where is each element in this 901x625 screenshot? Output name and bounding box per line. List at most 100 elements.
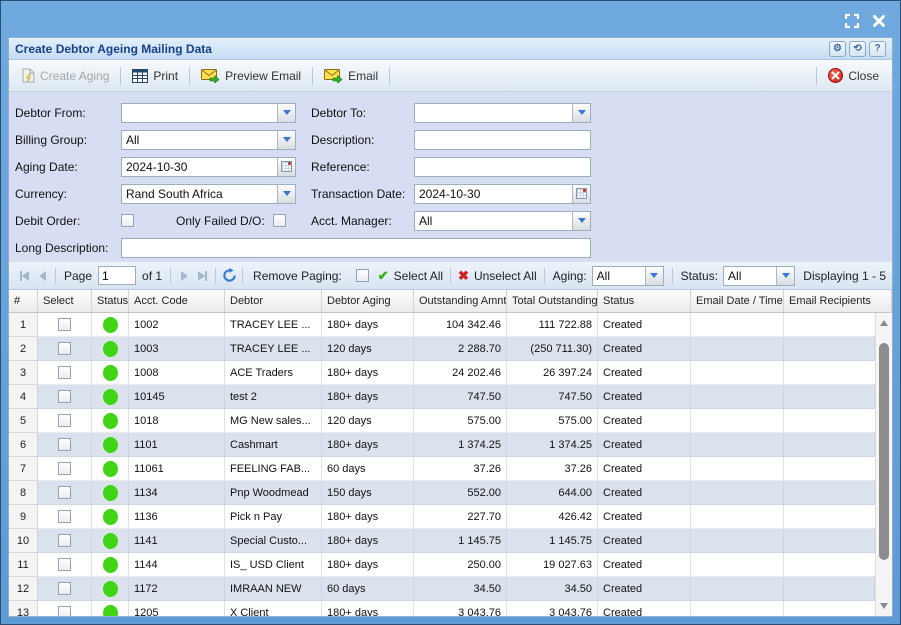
only-failed-checkbox[interactable] <box>273 214 286 227</box>
row-status-cell <box>92 433 129 456</box>
column-header[interactable]: Debtor Aging <box>322 290 414 312</box>
email-button[interactable]: Email <box>317 66 385 86</box>
status-filter-dropdown-trigger[interactable] <box>776 267 794 285</box>
outstanding-amnt-cell: 552.00 <box>414 481 507 504</box>
next-page-button[interactable] <box>175 267 193 285</box>
row-select-checkbox[interactable] <box>58 510 71 523</box>
transaction-date-field[interactable] <box>414 184 591 204</box>
transaction-date-input[interactable] <box>414 184 591 204</box>
help-button[interactable]: ? <box>869 41 886 57</box>
scrollbar-thumb[interactable] <box>879 343 889 560</box>
print-button[interactable]: Print <box>125 66 185 86</box>
status-dot-icon <box>103 533 118 549</box>
last-page-button[interactable] <box>193 267 211 285</box>
billing-group-dropdown-trigger[interactable] <box>277 131 295 149</box>
page-number-input[interactable] <box>98 266 136 285</box>
remove-paging-checkbox[interactable] <box>356 269 369 282</box>
refresh-grid-button[interactable] <box>220 267 238 285</box>
table-row: 410145test 2180+ days747.50747.50Created <box>9 385 875 409</box>
debtor-to-dropdown-trigger[interactable] <box>572 104 590 122</box>
long-description-input[interactable] <box>121 238 591 258</box>
row-select-checkbox[interactable] <box>58 342 71 355</box>
row-select-checkbox[interactable] <box>58 582 71 595</box>
debit-order-checkbox[interactable] <box>121 214 134 227</box>
reference-input[interactable] <box>414 157 591 177</box>
close-window-icon[interactable] <box>872 14 886 28</box>
row-status-cell <box>92 601 129 616</box>
aging-filter-dropdown-trigger[interactable] <box>645 267 663 285</box>
row-select-cell <box>38 529 92 552</box>
column-header[interactable]: Email Recipients <box>784 290 892 312</box>
row-select-checkbox[interactable] <box>58 534 71 547</box>
status-filter-combo[interactable] <box>723 266 795 286</box>
row-select-checkbox[interactable] <box>58 414 71 427</box>
long-description-label: Long Description: <box>15 241 121 255</box>
unselect-all-button[interactable]: ✖ Unselect All <box>455 267 540 285</box>
acct-manager-combo[interactable] <box>414 211 591 231</box>
column-header[interactable]: Email Date / Time <box>691 290 784 312</box>
paging-separator <box>242 268 243 284</box>
billing-group-combo[interactable] <box>121 130 296 150</box>
currency-dropdown-trigger[interactable] <box>277 185 295 203</box>
currency-combo[interactable] <box>121 184 296 204</box>
debtor-from-combo[interactable] <box>121 103 296 123</box>
email-date-cell <box>691 457 784 480</box>
row-select-checkbox[interactable] <box>58 462 71 475</box>
acct-manager-dropdown-trigger[interactable] <box>572 212 590 230</box>
row-select-checkbox[interactable] <box>58 438 71 451</box>
row-select-checkbox[interactable] <box>58 486 71 499</box>
column-header[interactable]: Status <box>92 290 129 312</box>
total-outstanding-cell: 644.00 <box>507 481 598 504</box>
email-date-cell <box>691 601 784 616</box>
column-header[interactable]: # <box>9 290 38 312</box>
prev-page-button[interactable] <box>33 267 51 285</box>
close-button[interactable]: Close <box>821 65 886 86</box>
table-row: 61101Cashmart180+ days1 374.251 374.25Cr… <box>9 433 875 457</box>
acct-code-cell: 1003 <box>129 337 225 360</box>
column-header[interactable]: Debtor <box>225 290 322 312</box>
first-page-button[interactable] <box>15 267 33 285</box>
column-header[interactable]: Outstanding Amnt <box>414 290 507 312</box>
column-header[interactable]: Total Outstanding <box>507 290 598 312</box>
debtor-from-dropdown-trigger[interactable] <box>277 104 295 122</box>
refresh-panel-button[interactable]: ⟲ <box>849 41 866 57</box>
aging-date-calendar-trigger[interactable] <box>277 158 295 176</box>
currency-input[interactable] <box>121 184 296 204</box>
vertical-scrollbar[interactable] <box>875 313 892 616</box>
aging-date-field[interactable] <box>121 157 296 177</box>
transaction-date-calendar-trigger[interactable] <box>572 185 590 203</box>
debtor-to-input[interactable] <box>414 103 591 123</box>
prev-page-icon <box>39 271 46 281</box>
create-aging-button[interactable]: Create Aging <box>15 65 116 86</box>
scroll-down-button[interactable] <box>876 598 892 614</box>
scroll-down-icon <box>880 603 888 609</box>
table-row: 11002TRACEY LEE ...180+ days104 342.4611… <box>9 313 875 337</box>
preview-email-button[interactable]: Preview Email <box>194 66 308 86</box>
column-header[interactable]: Select <box>38 290 92 312</box>
scroll-up-button[interactable] <box>876 315 892 331</box>
row-select-checkbox[interactable] <box>58 318 71 331</box>
description-input[interactable] <box>414 130 591 150</box>
column-header[interactable]: Acct. Code <box>129 290 225 312</box>
settings-gear-button[interactable]: ⚙ <box>829 41 846 57</box>
dialog-panel: Create Debtor Ageing Mailing Data ⚙ ⟲ ? … <box>8 37 893 617</box>
acct-manager-input[interactable] <box>414 211 591 231</box>
column-header[interactable]: Status <box>598 290 691 312</box>
aging-date-input[interactable] <box>121 157 296 177</box>
status-dot-icon <box>103 317 118 333</box>
debtor-from-input[interactable] <box>121 103 296 123</box>
row-select-checkbox[interactable] <box>58 606 71 616</box>
select-all-button[interactable]: ✔ Select All <box>375 267 446 285</box>
debtor-to-combo[interactable] <box>414 103 591 123</box>
row-select-checkbox[interactable] <box>58 366 71 379</box>
billing-group-input[interactable] <box>121 130 296 150</box>
paging-separator <box>170 268 171 284</box>
row-select-checkbox[interactable] <box>58 390 71 403</box>
reference-field <box>414 157 591 177</box>
row-select-checkbox[interactable] <box>58 558 71 571</box>
fullscreen-icon[interactable] <box>844 13 860 29</box>
email-date-cell <box>691 361 784 384</box>
row-select-cell <box>38 409 92 432</box>
aging-filter-combo[interactable] <box>592 266 664 286</box>
create-aging-icon <box>22 68 35 83</box>
